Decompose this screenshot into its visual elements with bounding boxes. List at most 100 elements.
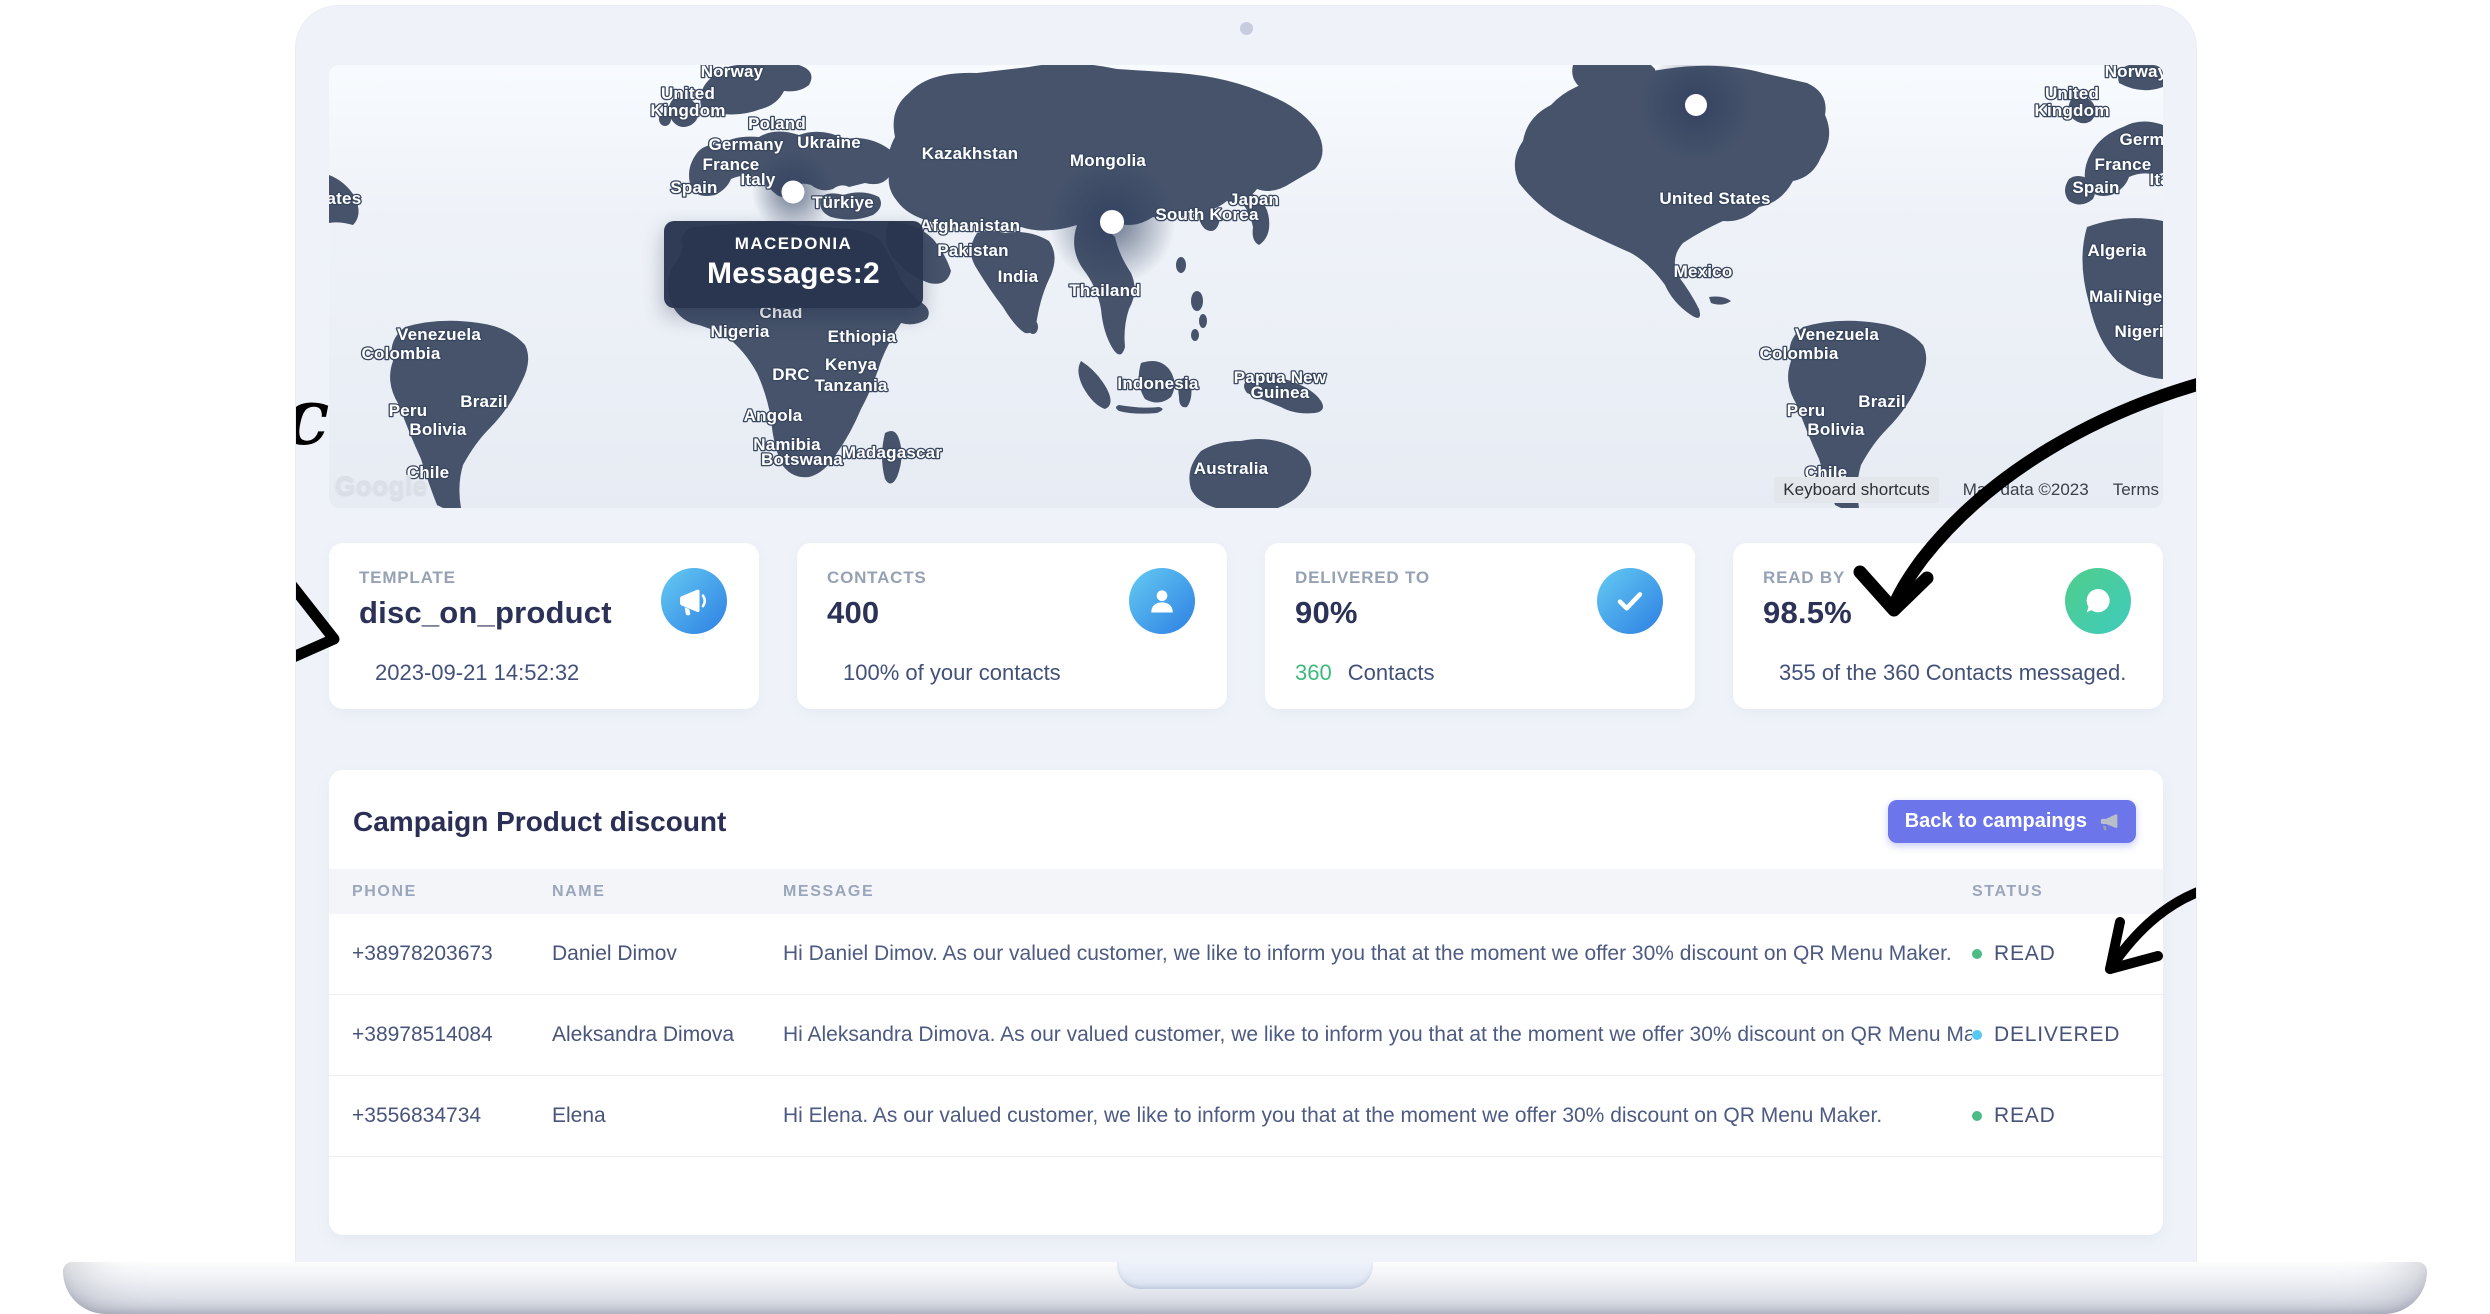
campaign-title: Campaign Product discount — [353, 806, 726, 838]
tooltip-messages: Messages:2 — [664, 257, 923, 291]
map-country-label: Mali — [2089, 287, 2123, 306]
map-country-label: Poland — [748, 114, 806, 133]
cell-message: Hi Daniel Dimov. As our valued customer,… — [783, 942, 1972, 966]
map-country-label: Colombia — [1759, 344, 1838, 363]
status-dot-icon — [1972, 949, 1982, 959]
status-dot-icon — [1972, 1111, 1982, 1121]
map-country-label: Kenya — [825, 355, 877, 374]
stat-card-icon-circle — [1129, 568, 1195, 634]
cell-message: Hi Elena. As our valued customer, we lik… — [783, 1104, 1972, 1128]
map-country-label: Bolivia — [409, 420, 466, 439]
map-country-label: Guinea — [1251, 383, 1310, 402]
cell-name: Aleksandra Dimova — [552, 1023, 783, 1047]
map-country-label: Madagascar — [842, 443, 942, 462]
table-row: +38978514084 Aleksandra Dimova Hi Aleksa… — [329, 995, 2163, 1076]
map-country-label: Ukraine — [797, 133, 861, 152]
stat-card: DELIVERED TO 90% 360Contacts — [1265, 543, 1695, 709]
stat-card-subtext: 100% of your contacts — [827, 660, 1061, 686]
map-country-label: Indonesia — [1117, 374, 1198, 393]
back-button-label: Back to campaings — [1905, 810, 2087, 833]
continents — [329, 65, 2163, 508]
column-status: STATUS — [1972, 883, 2163, 901]
stat-card-accent: 360 — [1295, 660, 1332, 685]
map-country-label: Mexico — [1674, 262, 1733, 281]
map-country-label: Afghanistan — [920, 216, 1020, 235]
campaign-panel: Campaign Product discount Back to campai… — [329, 770, 2163, 1235]
table-row: +38978203673 Daniel Dimov Hi Daniel Dimo… — [329, 914, 2163, 995]
stat-card: CONTACTS 400 100% of your contacts — [797, 543, 1227, 709]
table-header: PHONE NAME MESSAGE STATUS — [329, 869, 2163, 914]
table-row: +3556834734 Elena Hi Elena. As our value… — [329, 1076, 2163, 1157]
map-country-label: Germany — [708, 135, 783, 154]
map-country-label: Brazil — [1858, 392, 1906, 411]
status-badge: DELIVERED — [1972, 1023, 2163, 1047]
stat-cards-row: TEMPLATE disc_on_product 2023-09-21 14:5… — [329, 543, 2163, 709]
map-country-label: Spain — [670, 178, 717, 197]
cell-phone: +38978203673 — [352, 942, 552, 966]
map-country-label: Mongolia — [1070, 151, 1147, 170]
map-marker-canada[interactable] — [1685, 94, 1707, 116]
map-country-label: Kingdom — [2034, 101, 2109, 120]
terms-link[interactable]: Terms — [2113, 480, 2159, 500]
stat-card-subtext: 2023-09-21 14:52:32 — [359, 660, 579, 686]
stat-card: TEMPLATE disc_on_product 2023-09-21 14:5… — [329, 543, 759, 709]
map-country-label: Spain — [2072, 178, 2119, 197]
user-icon — [1146, 585, 1178, 617]
map-country-label: Botswana — [761, 450, 843, 469]
stat-card-icon-circle — [1597, 568, 1663, 634]
map-attribution: Keyboard shortcuts Map data ©2023 Terms — [1774, 477, 2159, 503]
camera-icon — [1240, 22, 1253, 35]
world-map[interactable]: NorwayUnitedKingdomPolandGermanyUkraineF… — [329, 65, 2163, 508]
cell-name: Elena — [552, 1104, 783, 1128]
cell-phone: +38978514084 — [352, 1023, 552, 1047]
map-country-label: Brazil — [460, 392, 508, 411]
map-country-label: Italy — [740, 170, 775, 189]
map-canvas: NorwayUnitedKingdomPolandGermanyUkraineF… — [329, 65, 2163, 508]
stat-card-icon-circle — [2065, 568, 2131, 634]
megaphone-icon — [677, 584, 711, 618]
map-country-label: Venezuela — [397, 325, 481, 344]
map-country-label: Angola — [744, 406, 803, 425]
map-country-label: Norway — [2105, 65, 2163, 81]
map-country-label: United States — [1659, 189, 1770, 208]
laptop-base-notch — [1117, 1262, 1373, 1289]
map-data-label[interactable]: Map data ©2023 — [1963, 480, 2089, 500]
laptop-screen: NorwayUnitedKingdomPolandGermanyUkraineF… — [296, 6, 2196, 1262]
column-phone: PHONE — [352, 883, 552, 901]
stat-card-icon-circle — [661, 568, 727, 634]
cell-phone: +3556834734 — [352, 1104, 552, 1128]
map-country-label: Venezuela — [1795, 325, 1879, 344]
page: NorwayUnitedKingdomPolandGermanyUkraineF… — [0, 0, 2490, 1314]
map-country-label: Bolivia — [1807, 420, 1864, 439]
back-to-campaigns-button[interactable]: Back to campaings — [1888, 800, 2136, 843]
cell-message: Hi Aleksandra Dimova. As our valued cust… — [783, 1023, 1972, 1047]
map-country-label: India — [998, 267, 1039, 286]
map-country-label: Pakistan — [937, 241, 1009, 260]
map-country-label: Kazakhstan — [922, 144, 1018, 163]
table-body: +38978203673 Daniel Dimov Hi Daniel Dimo… — [329, 914, 2163, 1157]
map-marker-thailand[interactable] — [1100, 210, 1124, 234]
handwritten-letter: c — [296, 372, 330, 463]
map-country-label: Peru — [389, 401, 428, 420]
map-country-label: Niger — [2125, 287, 2163, 306]
megaphone-emoji-icon — [2097, 811, 2119, 833]
map-country-label: Kingdom — [650, 101, 725, 120]
stat-card: READ BY 98.5% 355 of the 360 Contacts me… — [1733, 543, 2163, 709]
map-country-label: Australia — [1194, 459, 1269, 478]
tooltip-country: MACEDONIA — [664, 234, 923, 254]
map-country-label: Germany — [2119, 130, 2163, 149]
map-marker-macedonia[interactable] — [782, 181, 805, 204]
column-name: NAME — [552, 883, 783, 901]
map-country-label: Tanzania — [814, 376, 887, 395]
map-country-label: Algeria — [2087, 241, 2146, 260]
map-country-label: Ethiopia — [828, 327, 897, 346]
map-country-label: Colombia — [361, 344, 440, 363]
map-country-label: Nigeria — [2114, 322, 2163, 341]
map-country-label: Türkiye — [812, 193, 874, 212]
map-country-label: DRC — [772, 365, 809, 384]
map-tooltip: MACEDONIA Messages:2 — [664, 221, 923, 308]
status-badge: READ — [1972, 942, 2163, 966]
keyboard-shortcuts-link[interactable]: Keyboard shortcuts — [1774, 477, 1938, 503]
map-country-label: Nigeria — [710, 322, 769, 341]
campaign-header: Campaign Product discount Back to campai… — [329, 770, 2163, 869]
